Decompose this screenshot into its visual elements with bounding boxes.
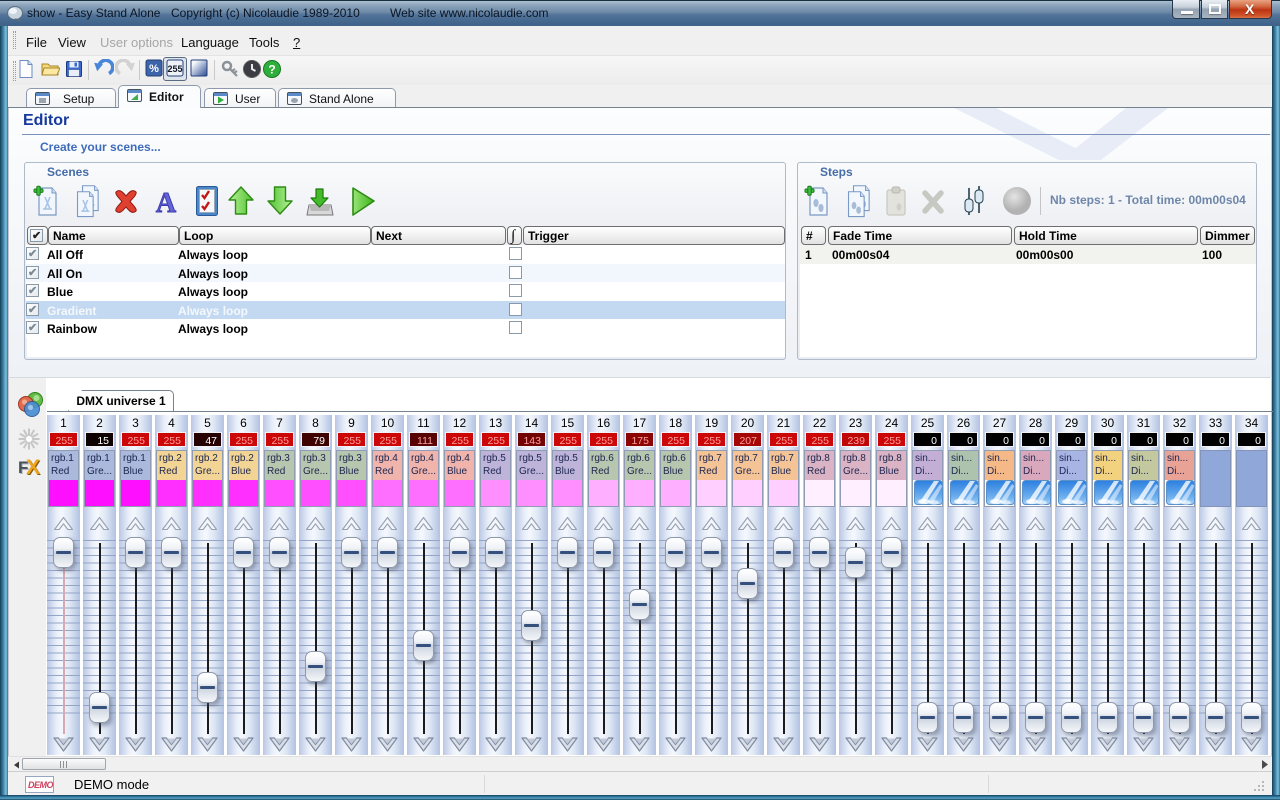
svg-text:A: A [156, 188, 177, 218]
svg-text:255: 255 [167, 64, 182, 74]
svg-text:?: ? [268, 63, 275, 77]
svg-text:%: % [149, 63, 159, 75]
